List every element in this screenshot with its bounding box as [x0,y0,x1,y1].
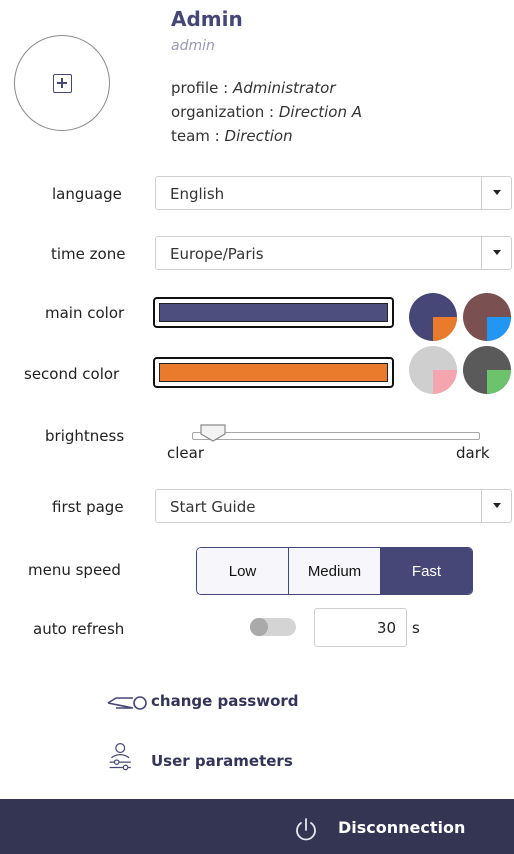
avatar[interactable] [14,35,110,131]
footer-bar: Disconnection [0,799,514,854]
main-color-label: main color [45,304,125,322]
chevron-down-icon[interactable] [481,177,511,209]
menu-speed-fast[interactable]: Fast [381,548,472,594]
color-preset-2[interactable] [463,293,511,341]
menu-speed-label: menu speed [28,561,121,579]
chevron-down-icon[interactable] [481,490,511,522]
time-zone-select[interactable]: Europe/Paris [155,236,512,270]
language-select[interactable]: English [155,176,512,210]
auto-refresh-interval-value: 30 [376,619,396,637]
time-zone-value: Europe/Paris [170,245,264,263]
auto-refresh-unit: s [412,619,420,637]
user-team: team : Direction [171,127,293,145]
brightness-slider-thumb[interactable] [200,424,226,442]
first-page-select[interactable]: Start Guide [155,489,512,523]
key-icon[interactable] [104,688,148,718]
user-login: admin [171,38,215,54]
menu-speed-toggle[interactable]: Low Medium Fast [196,547,473,595]
user-parameters-link[interactable]: User parameters [151,752,293,770]
brightness-label: brightness [45,427,125,445]
user-settings-icon[interactable] [104,741,140,771]
brightness-slider-track[interactable] [192,432,480,440]
color-preset-3[interactable] [409,346,457,394]
user-profile: profile : Administrator [171,79,336,97]
menu-speed-low[interactable]: Low [197,548,289,594]
first-page-label: first page [52,498,124,516]
brightness-min-label: clear [167,444,205,462]
time-zone-label: time zone [51,245,126,263]
user-team-label: team : [171,127,225,145]
auto-refresh-label: auto refresh [33,620,125,638]
second-color-picker[interactable] [153,357,394,388]
second-color-label: second color [24,365,120,383]
user-profile-label: profile : [171,79,233,97]
color-preset-4[interactable] [463,346,511,394]
plus-square-icon[interactable] [53,74,72,93]
language-value: English [170,185,225,203]
change-password-link[interactable]: change password [151,692,299,710]
first-page-value: Start Guide [170,498,256,516]
main-color-picker[interactable] [153,297,394,328]
language-label: language [52,185,122,203]
disconnect-button[interactable]: Disconnection [338,818,465,837]
color-preset-1[interactable] [409,293,457,341]
brightness-max-label: dark [456,444,490,462]
user-profile-value: Administrator [232,79,336,97]
user-team-value: Direction [224,127,293,145]
chevron-down-icon[interactable] [481,237,511,269]
user-organization-value: Direction A [278,103,362,121]
auto-refresh-switch[interactable] [250,618,296,636]
menu-speed-medium[interactable]: Medium [289,548,381,594]
main-color-fill [159,303,388,322]
power-icon[interactable] [293,817,319,843]
user-organization: organization : Direction A [171,103,362,121]
user-name: Admin [171,7,243,31]
auto-refresh-interval-input[interactable]: 30 [314,608,407,647]
second-color-fill [159,363,388,382]
user-organization-label: organization : [171,103,279,121]
